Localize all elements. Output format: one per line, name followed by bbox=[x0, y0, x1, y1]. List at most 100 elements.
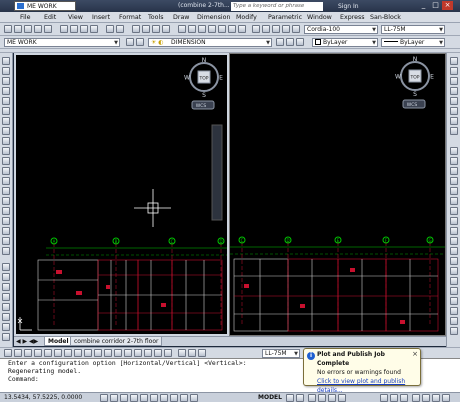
dim-ordinate-icon[interactable] bbox=[34, 349, 42, 357]
layer-properties-icon[interactable] bbox=[126, 38, 134, 46]
dim-baseline-icon[interactable] bbox=[450, 227, 458, 235]
multiline-text-icon[interactable] bbox=[2, 237, 10, 245]
dim-space-icon[interactable] bbox=[450, 247, 458, 255]
region-icon[interactable] bbox=[2, 217, 10, 225]
dim-arc-length-icon[interactable] bbox=[24, 349, 32, 357]
multileader-style-icon[interactable] bbox=[282, 25, 290, 33]
tolerance-icon[interactable] bbox=[134, 349, 142, 357]
wcs-menu[interactable]: WCS bbox=[191, 100, 215, 110]
maximize-icon[interactable]: □ bbox=[430, 1, 441, 10]
move-icon[interactable] bbox=[2, 313, 10, 321]
zoom-realtime-icon[interactable] bbox=[142, 25, 150, 33]
center-mark-icon[interactable] bbox=[450, 277, 458, 285]
tab-scroll-arrows-icon[interactable]: ◀ ▶ ◀▶ bbox=[16, 337, 38, 346]
markup-icon[interactable] bbox=[218, 25, 226, 33]
rectangle-icon[interactable] bbox=[2, 97, 10, 105]
snap-mode-icon[interactable] bbox=[100, 394, 108, 402]
dim-radius-icon[interactable] bbox=[450, 187, 458, 195]
dim-spacing-icon[interactable] bbox=[114, 349, 122, 357]
line-icon[interactable] bbox=[2, 57, 10, 65]
dim-linear-icon[interactable] bbox=[450, 147, 458, 155]
add-selected-icon[interactable] bbox=[2, 247, 10, 255]
mirror-icon[interactable] bbox=[2, 283, 10, 291]
dim-diameter-icon[interactable] bbox=[64, 349, 72, 357]
cut-icon[interactable] bbox=[60, 25, 68, 33]
plot-icon[interactable] bbox=[34, 25, 42, 33]
clean-screen-icon[interactable] bbox=[442, 394, 450, 402]
center-mark-icon[interactable] bbox=[144, 349, 152, 357]
dim-edit-icon[interactable] bbox=[450, 307, 458, 315]
menu-insert[interactable]: Insert bbox=[92, 13, 110, 22]
polar-tracking-icon[interactable] bbox=[130, 394, 138, 402]
sign-in-link[interactable]: Sign In bbox=[338, 2, 359, 11]
sheet-set-icon[interactable] bbox=[208, 25, 216, 33]
extend-icon[interactable] bbox=[450, 77, 458, 85]
model-space-toggle[interactable]: MODEL bbox=[258, 393, 282, 402]
dim-radius-icon[interactable] bbox=[44, 349, 52, 357]
spline-icon[interactable] bbox=[2, 137, 10, 145]
menu-file[interactable]: File bbox=[20, 13, 31, 22]
dynamic-input-icon[interactable] bbox=[170, 394, 178, 402]
insert-block-icon[interactable] bbox=[2, 167, 10, 175]
toolbar-lock-icon[interactable] bbox=[422, 394, 430, 402]
trim-icon[interactable] bbox=[450, 67, 458, 75]
tab-combine-corridor[interactable]: combine corridor 2-7th floor bbox=[70, 337, 163, 346]
ellipse-arc-icon[interactable] bbox=[2, 157, 10, 165]
menu-edit[interactable]: Edit bbox=[44, 13, 56, 22]
polygon-icon[interactable] bbox=[2, 87, 10, 95]
offset-icon[interactable] bbox=[2, 293, 10, 301]
design-center-icon[interactable] bbox=[188, 25, 196, 33]
wcs-menu[interactable]: WCS bbox=[402, 99, 426, 109]
workspace-switching-icon[interactable] bbox=[412, 394, 420, 402]
polyline-icon[interactable] bbox=[2, 77, 10, 85]
quick-dimension-icon[interactable] bbox=[84, 349, 92, 357]
properties-icon[interactable] bbox=[178, 25, 186, 33]
dim-angular-icon[interactable] bbox=[450, 207, 458, 215]
ellipse-icon[interactable] bbox=[2, 147, 10, 155]
inspection-icon[interactable] bbox=[154, 349, 162, 357]
tab-model[interactable]: Model bbox=[44, 337, 73, 346]
annotation-visibility-icon[interactable] bbox=[390, 394, 398, 402]
circle-icon[interactable] bbox=[2, 117, 10, 125]
text-style-icon[interactable] bbox=[252, 25, 260, 33]
ortho-mode-icon[interactable] bbox=[120, 394, 128, 402]
break-icon[interactable] bbox=[450, 87, 458, 95]
dim-arc-icon[interactable] bbox=[450, 167, 458, 175]
table-style-icon[interactable] bbox=[272, 25, 280, 33]
layout-scale-combo[interactable]: LL-75M ▼ bbox=[262, 349, 300, 358]
erase-icon[interactable] bbox=[2, 263, 10, 271]
calculator-icon[interactable] bbox=[228, 25, 236, 33]
hatch-icon[interactable] bbox=[2, 197, 10, 205]
zoom-previous-icon[interactable] bbox=[162, 25, 170, 33]
chamfer-icon[interactable] bbox=[450, 107, 458, 115]
dim-continue-icon[interactable] bbox=[104, 349, 112, 357]
navigation-bar[interactable] bbox=[211, 124, 223, 221]
tool-palettes-icon[interactable] bbox=[198, 25, 206, 33]
menu-format[interactable]: Format bbox=[119, 13, 141, 22]
inspect-icon[interactable] bbox=[450, 287, 458, 295]
menu-dimension[interactable]: Dimension bbox=[197, 13, 230, 22]
menu-modify[interactable]: Modify bbox=[236, 13, 257, 22]
pan-status-icon[interactable] bbox=[308, 394, 316, 402]
join-icon[interactable] bbox=[450, 97, 458, 105]
menu-express[interactable]: Express bbox=[340, 13, 365, 22]
dim-text-edit-icon[interactable] bbox=[188, 349, 196, 357]
preview-icon[interactable] bbox=[44, 25, 52, 33]
plot-status-icon[interactable] bbox=[432, 394, 440, 402]
undo-icon[interactable] bbox=[106, 25, 114, 33]
match-properties-icon[interactable] bbox=[90, 25, 98, 33]
new-icon[interactable] bbox=[4, 25, 12, 33]
dynamic-ucs-icon[interactable] bbox=[160, 394, 168, 402]
dim-break-icon[interactable] bbox=[450, 257, 458, 265]
workspace-combo[interactable]: ME WORK ▼ bbox=[4, 38, 120, 47]
dim-update-icon[interactable] bbox=[450, 327, 458, 335]
layer-iso-icon[interactable] bbox=[296, 38, 304, 46]
layer-combo[interactable]: ☀ ◐ DIMENSION ▼ bbox=[148, 38, 272, 47]
construction-line-icon[interactable] bbox=[2, 67, 10, 75]
zoom-status-icon[interactable] bbox=[318, 394, 326, 402]
menu-draw[interactable]: Draw bbox=[173, 13, 189, 22]
revision-cloud-icon[interactable] bbox=[2, 127, 10, 135]
workspace-selector[interactable]: ME WORK bbox=[14, 1, 76, 11]
annotation-scale-combo[interactable]: LL-75M ▼ bbox=[381, 25, 445, 34]
plot-publish-notification[interactable]: i × Plot and Publish Job Complete No err… bbox=[303, 348, 421, 394]
